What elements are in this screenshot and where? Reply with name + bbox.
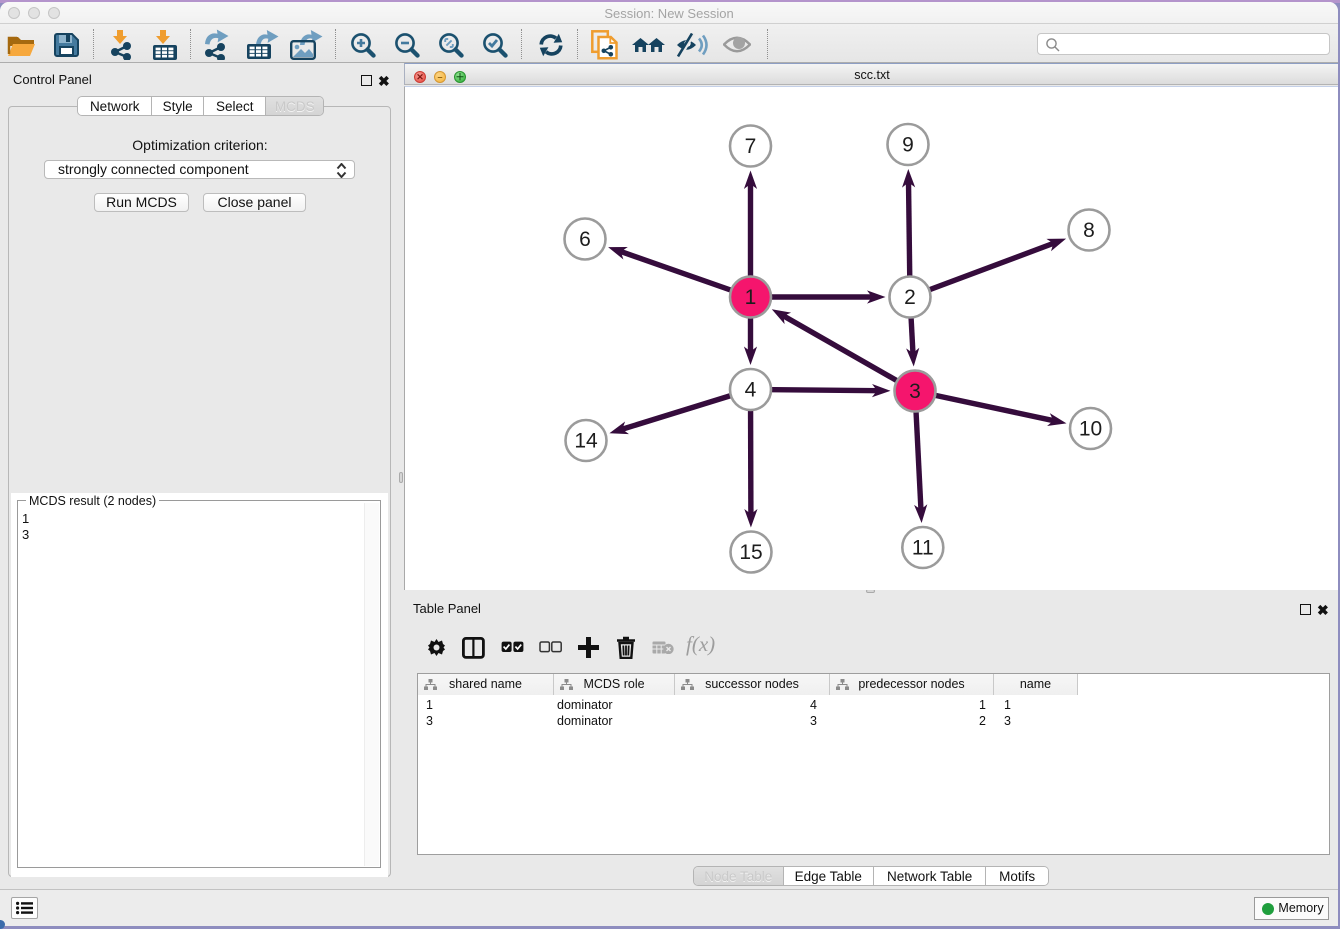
- svg-text:15: 15: [739, 541, 762, 564]
- svg-text:2: 2: [904, 286, 916, 309]
- svg-text:10: 10: [1079, 418, 1102, 441]
- svg-text:8: 8: [1083, 219, 1095, 242]
- svg-text:4: 4: [745, 379, 757, 402]
- svg-text:9: 9: [902, 134, 914, 157]
- svg-text:7: 7: [745, 135, 757, 158]
- svg-text:14: 14: [574, 430, 598, 453]
- svg-text:1: 1: [745, 286, 757, 309]
- svg-text:11: 11: [912, 537, 934, 560]
- svg-text:6: 6: [579, 228, 591, 251]
- svg-text:3: 3: [909, 380, 921, 403]
